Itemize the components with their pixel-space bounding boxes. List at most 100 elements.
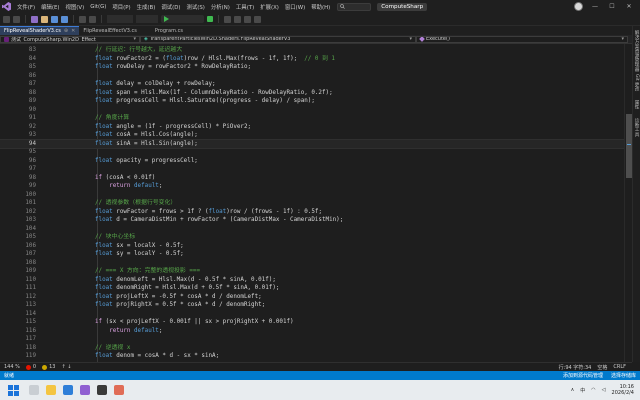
edge-icon[interactable] [63,385,73,395]
code-editor[interactable]: 83 // 行延迟：行号越大，延迟越大 84 float rowFactor2 = (… [0,44,624,362]
code-line[interactable]: 108 [0,259,624,268]
save-icon[interactable] [51,15,58,23]
input-language[interactable]: 中 [580,387,585,394]
platform-dropdown[interactable] [136,15,158,23]
toolbar-misc-icon[interactable] [234,15,241,23]
code-line[interactable]: 84 float rowFactor2 = (float)row / Hlsl.M… [0,55,624,64]
tab-flipreveal-effect[interactable]: FlipRevealEffectV3.cs [79,26,141,35]
code-line[interactable]: 105 // 块中心坐标 [0,233,624,242]
git-changes-tab[interactable]: Git 更改 [633,74,639,91]
code-line[interactable]: 93 float cosA = Hlsl.Cos(angle); [0,131,624,140]
code-line[interactable]: 101 // 透视参数（根据行号变化） [0,199,624,208]
tab-program[interactable]: Program.cs [141,26,187,35]
code-line[interactable]: 96 float opacity = progressCell; [0,157,624,166]
menu-tools[interactable]: 工具(T) [233,3,257,11]
code-line[interactable]: 91 // 角度计算 [0,114,624,123]
code-line[interactable]: 85 float rowDelay = rowFactor2 * RowDelay… [0,63,624,72]
member-dropdown[interactable]: Execute() ▾ [416,35,628,43]
code-line[interactable]: 110 float denomLeft = Hlsl.Max(d - 0.5f *… [0,276,624,285]
code-line[interactable]: 95 [0,148,624,157]
minimize-icon[interactable]: — [590,3,600,10]
nav-arrows[interactable]: ↑ ↓ [61,364,71,370]
menu-analyze[interactable]: 分析(N) [208,3,233,11]
close-icon[interactable]: ✕ [624,3,634,10]
maximize-icon[interactable]: ☐ [607,3,617,10]
menu-edit[interactable]: 编辑(E) [38,3,62,11]
search-taskbar-icon[interactable] [29,385,39,395]
code-line[interactable]: 87 float delay = colDelay + rowDelay; [0,80,624,89]
menu-help[interactable]: 帮助(H) [308,3,333,11]
code-line[interactable]: 106 float sx = localX - 0.5f; [0,242,624,251]
menu-test[interactable]: 测试(S) [183,3,207,11]
properties-tab[interactable]: 属性 [633,100,639,109]
code-line[interactable]: 115 if (sx < projLeftX - 0.001f || sx > p… [0,318,624,327]
redo-icon[interactable] [89,15,96,23]
code-line[interactable]: 102 float rowFactor = frows > 1f ? (float… [0,208,624,217]
visual-studio-icon[interactable] [80,385,90,395]
project-dropdown[interactable]: 测试_ComputeSharp.Win2D_Effect ▾ [0,35,140,43]
type-dropdown[interactable]: ◈ TransparentParticlesWin2D.Shaders.Flip… [140,35,416,43]
code-line[interactable]: 107 float sy = localY - 0.5f; [0,250,624,259]
toolbar-misc-icon[interactable] [244,15,251,23]
indent-mode[interactable]: 空格 [597,364,607,371]
tab-flipreveal-shader[interactable]: FlipRevealShaderV3.cs ⊕ ✕ [0,26,80,35]
code-line[interactable]: 104 [0,225,624,234]
menu-window[interactable]: 窗口(W) [282,3,308,11]
code-line[interactable]: 117 [0,335,624,344]
menu-git[interactable]: Git(G) [87,4,109,10]
code-line[interactable]: 97 [0,165,624,174]
open-folder-icon[interactable] [41,15,48,23]
code-line[interactable]: 114 [0,310,624,319]
file-explorer-icon[interactable] [46,385,56,395]
code-line[interactable]: 118 // 逆透视 x [0,344,624,353]
solution-explorer-tab[interactable]: 解决方案资源管理器 [633,30,639,71]
start-debug-button[interactable] [161,15,204,23]
run-without-debug-icon[interactable] [207,16,213,22]
code-line[interactable]: 99 return default; [0,182,624,191]
code-line[interactable]: 86 [0,72,624,81]
code-line[interactable]: 111 float denomRight = Hlsl.Max(d + 0.5f … [0,284,624,293]
scrollbar-thumb[interactable] [626,114,632,178]
wifi-icon[interactable]: ◠ [591,387,595,393]
code-line[interactable]: 90 [0,106,624,115]
save-all-icon[interactable] [61,15,68,23]
search-box[interactable] [337,2,372,11]
cursor-position[interactable]: 行:94 字符:34 [559,364,592,371]
vertical-scrollbar[interactable] [624,44,632,362]
menu-extensions[interactable]: 扩展(X) [257,3,282,11]
close-tab-icon[interactable]: ✕ [71,28,75,34]
volume-icon[interactable]: ◁ [602,387,606,393]
toolbar-misc-icon[interactable] [224,15,231,23]
new-item-icon[interactable] [31,15,38,23]
select-repository[interactable]: 选择存储库 [611,372,636,379]
code-line[interactable]: 83 // 行延迟：行号越大，延迟越大 [0,46,624,55]
add-to-source-control[interactable]: 添加到源代码管理 [563,372,603,379]
warning-count[interactable]: 13 [42,364,55,370]
menu-build[interactable]: 生成(B) [134,3,159,11]
windows-start-icon[interactable] [8,384,19,396]
error-count[interactable]: 0 [25,364,36,370]
menu-view[interactable]: 视图(V) [63,3,88,11]
code-line[interactable]: 100 [0,191,624,200]
menu-debug[interactable]: 调试(D) [158,3,183,11]
zoom-level[interactable]: 144 % [4,364,20,370]
line-ending[interactable]: CRLF [613,364,626,371]
undo-icon[interactable] [79,15,86,23]
account-avatar[interactable] [574,2,583,11]
code-line[interactable]: 119 float denom = cosA * d - sx * sinA; [0,352,624,361]
code-line[interactable]: 88 float span = Hlsl.Max(1f - ColumnDelay… [0,89,624,98]
menu-project[interactable]: 项目(P) [109,3,133,11]
pin-icon[interactable]: ⊕ [64,28,68,34]
back-icon[interactable] [3,15,10,23]
code-line[interactable]: 89 float progressCell = Hlsl.Saturate((pr… [0,97,624,106]
toolbar-misc-icon[interactable] [254,15,261,23]
code-line[interactable]: 112 float projLeftX = -0.5f * cosA * d / … [0,293,624,302]
code-line[interactable]: 92 float angle = (1f - progressCell) * Pi… [0,123,624,132]
chevron-up-icon[interactable]: ∧ [571,387,575,393]
code-line[interactable]: 113 float projRightX = 0.5f * cosA * d / … [0,301,624,310]
config-dropdown[interactable] [107,15,133,23]
app-icon[interactable] [114,385,124,395]
code-line[interactable]: 103 float d = CameraDistMin + rowFactor *… [0,216,624,225]
code-line[interactable]: 94 float sinA = Hlsl.Sin(angle); [0,138,624,149]
clock[interactable]: 10:16 2026/2/4 [612,384,634,396]
